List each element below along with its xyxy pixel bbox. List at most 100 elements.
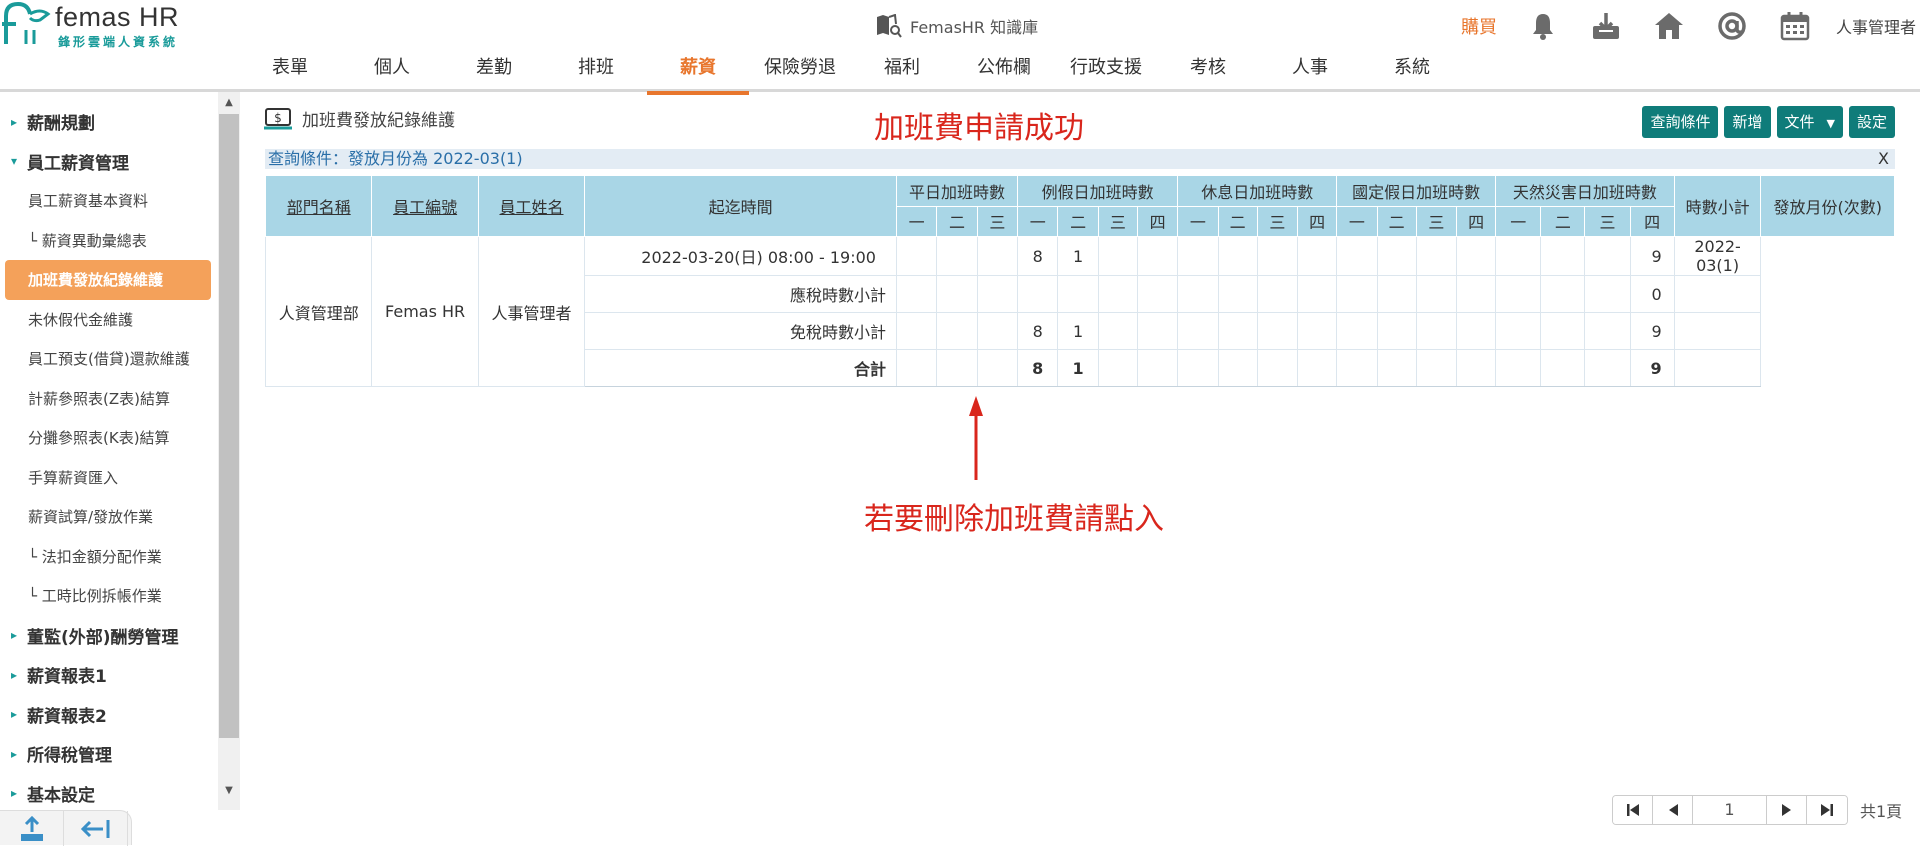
cell-pay-month: 2022-03(1) [1673,236,1762,276]
sidebar-item-8[interactable]: 分攤參照表(K表)結算 [0,418,218,458]
at-icon[interactable] [1714,8,1750,44]
scroll-up-arrow-icon[interactable]: ▲ [218,94,240,112]
page-title: $ 加班費發放紀錄維護 [264,106,455,131]
sidebar-item-13[interactable]: ▸ 董監(外部)酬勞管理 [0,616,218,656]
cell-hours [936,275,978,313]
nav-tab-10[interactable]: 人事 [1259,54,1361,92]
upload-button[interactable] [0,811,64,846]
sidebar-item-label: └ 薪資異動彙總表 [28,231,147,250]
nav-tab-1[interactable]: 個人 [341,54,443,92]
cell-hours: 1 [1057,349,1099,387]
nav-tab-2[interactable]: 差勤 [443,54,545,92]
buy-link[interactable]: 購買 [1461,13,1497,39]
cell-hours [1297,312,1338,350]
cell-hours [1415,236,1458,276]
nav-tab-8[interactable]: 行政支援 [1055,54,1157,92]
cell-hours [1584,236,1631,276]
settings-button[interactable]: 設定 [1848,106,1895,138]
sidebar-item-4[interactable]: 加班費發放紀錄維護 [5,260,211,300]
toolbar: 查詢條件 新增 文件 ▼ 設定 [1642,106,1895,138]
sidebar-item-9[interactable]: 手算薪資匯入 [0,458,218,498]
header-month: 發放月份(次數) [1760,175,1895,237]
cell-hours [1177,349,1219,387]
nav-tab-4[interactable]: 薪資 [647,54,749,95]
scroll-thumb[interactable] [219,114,239,738]
sidebar-item-12[interactable]: └ 工時比例拆帳作業 [0,576,218,616]
knowledge-base-link[interactable]: FemasHR 知識庫 [876,12,1038,40]
nav-tab-11[interactable]: 系統 [1361,54,1463,92]
cell-hours [1136,236,1179,276]
sidebar-item-5[interactable]: 未休假代金維護 [0,300,218,340]
document-dropdown-button[interactable]: 文件 ▼ [1776,106,1843,138]
sub-header-disaster-3: 四 [1629,205,1675,237]
last-page-button[interactable] [1807,796,1847,824]
red-arrow-up-icon [969,396,983,480]
table-row[interactable]: 人資管理部 Femas HR 人事管理者 2022-03-20(日) 08:00 - … [264,236,1895,387]
cell-subtotal: 9 [1629,236,1675,276]
page-number-input[interactable]: 1 [1693,796,1767,824]
cell-hours [1217,312,1258,350]
nav-tab-0[interactable]: 表單 [239,54,341,92]
sidebar-item-label: └ 工時比例拆帳作業 [28,587,162,606]
sidebar-item-label: 計薪參照表(Z表)結算 [28,389,170,408]
sub-header-disaster-2: 三 [1584,205,1631,237]
sidebar-item-16[interactable]: ▸ 所得稅管理 [0,734,218,774]
sidebar-item-15[interactable]: ▸ 薪資報表2 [0,695,218,735]
header-emp-no[interactable]: 員工編號 [371,175,479,237]
sidebar-item-11[interactable]: └ 法扣金額分配作業 [0,537,218,577]
scroll-down-arrow-icon[interactable]: ▼ [218,782,240,800]
sidebar-item-label: 薪資報表1 [27,667,107,688]
query-conditions-button[interactable]: 查詢條件 [1642,106,1719,138]
cell-hours [1415,349,1458,387]
sidebar-item-0[interactable]: ▸ 薪酬規劃 [0,102,218,142]
sidebar-item-6[interactable]: 員工預支(借貸)還款維護 [0,339,218,379]
nav-tab-6[interactable]: 福利 [851,54,953,92]
next-page-button[interactable] [1767,796,1807,824]
nav-tab-7[interactable]: 公佈欄 [953,54,1055,92]
cell-hours: 8 [1017,236,1059,276]
cell-hours [936,236,978,276]
user-menu[interactable]: 人事管理者 [1836,14,1916,38]
bell-icon[interactable] [1525,8,1561,44]
nav-tab-9[interactable]: 考核 [1157,54,1259,92]
pagination: 1 共1頁 [1612,795,1902,825]
cell-emp-no: Femas HR [371,236,479,387]
cell-hours [1136,275,1179,313]
sidebar-item-1[interactable]: ▾ 員工薪資管理 [0,142,218,182]
sidebar-item-14[interactable]: ▸ 薪資報表1 [0,655,218,695]
sidebar-item-label: 薪酬規劃 [27,114,95,135]
sub-header-off-1: 二 [1217,205,1258,237]
cell-hours [1057,275,1099,313]
nav-tab-5[interactable]: 保險勞退 [749,54,851,92]
femas-logo[interactable]: femas HR 鋒形雲端人資系統 [0,0,185,50]
nav-tab-3[interactable]: 排班 [545,54,647,92]
first-page-button[interactable] [1613,796,1653,824]
sub-header-rest-3: 四 [1136,205,1179,237]
app-header: femas HR 鋒形雲端人資系統 FemasHR 知識庫 購買 人事管理者 表… [0,0,1920,95]
document-label: 文件 [1784,113,1815,131]
sidebar-caret-icon: ▾ [11,154,18,169]
sidebar-item-2[interactable]: 員工薪資基本資料 [0,181,218,221]
cell-hours [1136,349,1179,387]
calendar-icon[interactable] [1777,8,1813,44]
header-off: 休息日加班時數 [1177,175,1338,207]
sidebar-item-label: 未休假代金維護 [28,310,134,329]
caret-down-icon: ▼ [1826,117,1835,130]
sidebar-item-17[interactable]: ▸ 基本設定 [0,774,218,814]
collapse-sidebar-button[interactable] [64,811,128,846]
sidebar-item-7[interactable]: 計薪參照表(Z表)結算 [0,379,218,419]
add-button[interactable]: 新增 [1724,106,1771,138]
cell-hours [1136,312,1179,350]
header-period: 起迄時間 [584,175,897,237]
home-icon[interactable] [1651,8,1687,44]
cell-hours [976,349,1019,387]
header-dept[interactable]: 部門名稱 [264,175,373,237]
download-icon[interactable] [1588,8,1624,44]
cell-pay-month [1673,275,1762,313]
clear-query-button[interactable]: X [1878,149,1889,169]
sidebar-item-10[interactable]: 薪資試算/發放作業 [0,497,218,537]
sidebar-scrollbar[interactable]: ▲ ▼ [218,92,240,810]
header-emp-name[interactable]: 員工姓名 [477,175,586,237]
prev-page-button[interactable] [1653,796,1693,824]
sidebar-item-3[interactable]: └ 薪資異動彙總表 [0,221,218,261]
